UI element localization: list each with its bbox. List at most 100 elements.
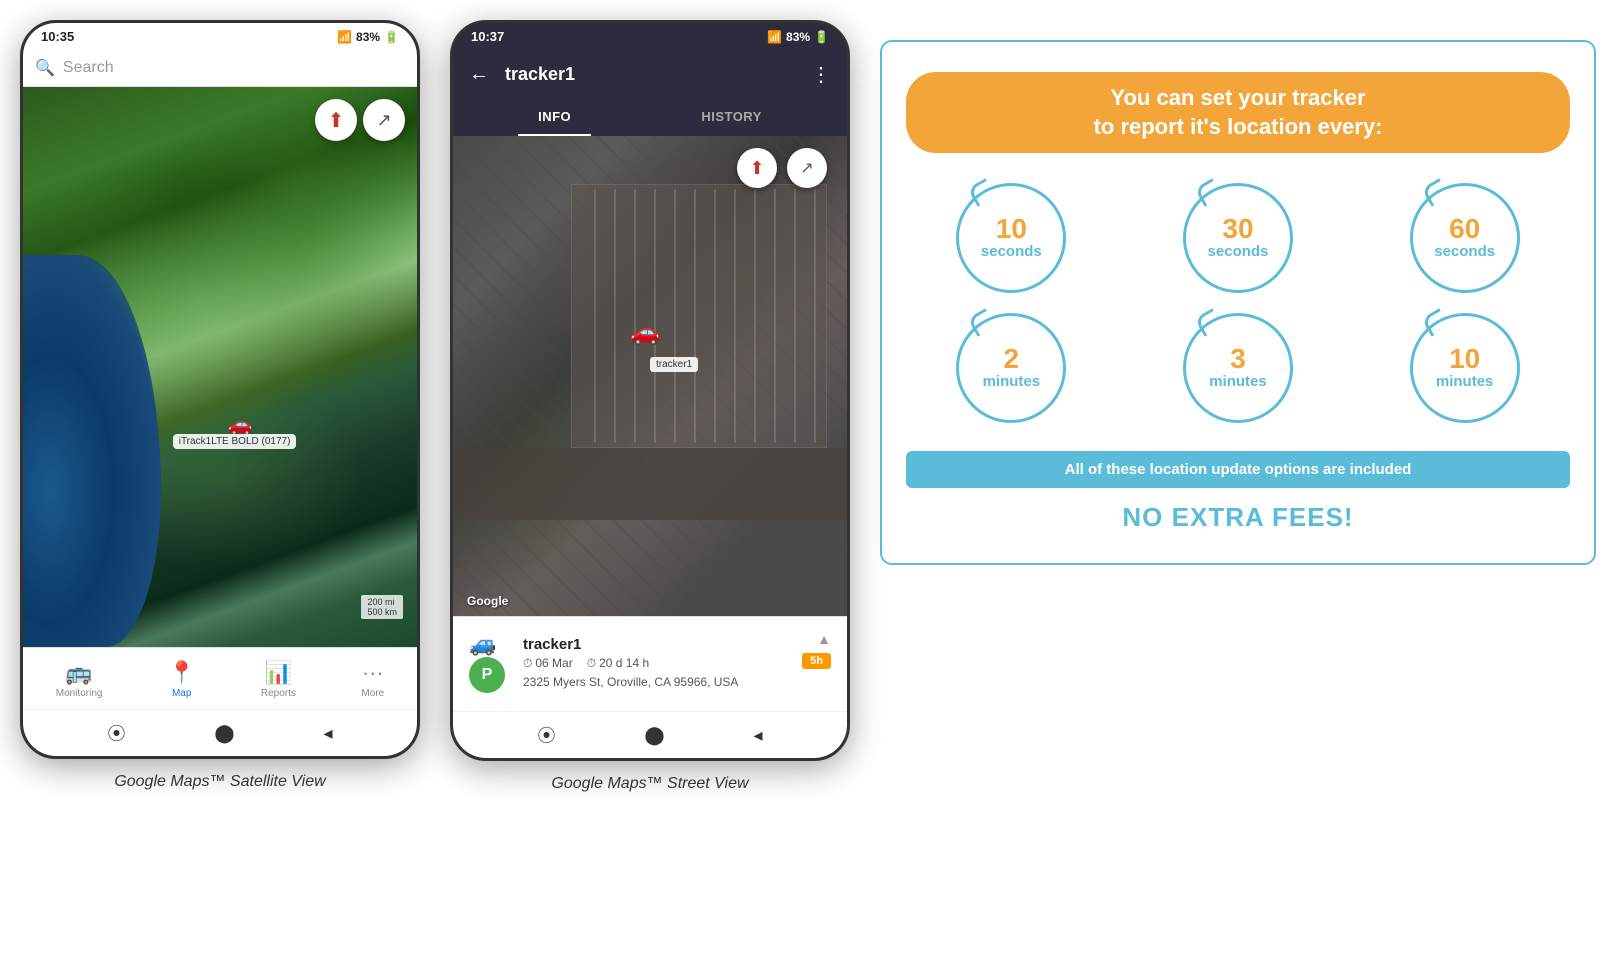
nav-more-label: More	[361, 688, 384, 699]
compass-icon[interactable]: ⬆	[315, 99, 357, 141]
more-icon: ···	[362, 660, 384, 686]
tracker-date: ⏱ 06 Mar	[523, 656, 573, 671]
interval-unit: minutes	[1209, 373, 1267, 391]
map-icon: 📍	[168, 660, 195, 686]
interval-circle: 60 seconds	[1410, 183, 1520, 293]
interval-item: 60 seconds	[1359, 183, 1570, 293]
card-title-bar: You can set your tracker to report it's …	[906, 72, 1570, 153]
interval-item: 3 minutes	[1133, 313, 1344, 423]
interval-unit: minutes	[983, 373, 1041, 391]
nav-monitoring-label: Monitoring	[56, 688, 103, 699]
home-btn[interactable]: ⬤	[214, 723, 234, 744]
no-extra-fees: NO EXTRA FEES!	[906, 502, 1570, 533]
monitoring-icon: 🚌	[65, 660, 92, 686]
interval-number: 10	[1449, 345, 1480, 373]
phone1-battery: 83%	[356, 30, 380, 44]
nav-map[interactable]: 📍 Map	[160, 656, 203, 703]
phone2-home-btn[interactable]: ⬤	[644, 725, 664, 746]
tracker-info-text: tracker1 ⏱ 06 Mar ⏱ 20 d 14 h	[523, 636, 738, 689]
phone2-caption: Google Maps™ Street View	[551, 775, 748, 793]
phone2-map[interactable]: ⬆ ↗ 🚗 tracker1 Google	[453, 136, 847, 616]
tracker-info-panel: 🚙 P tracker1 ⏱ 06 Mar ⏱	[453, 616, 847, 711]
phone1-wrapper: 10:35 📶 83% 🔋 🔍 Search ⬆ ↗ 🚗 iTrack1LTE …	[20, 20, 420, 791]
main-container: 10:35 📶 83% 🔋 🔍 Search ⬆ ↗ 🚗 iTrack1LTE …	[20, 20, 1596, 793]
phone2-recents-btn[interactable]: ⦿	[537, 722, 555, 748]
phone1-signal-icon: 📶	[337, 30, 352, 44]
interval-unit: seconds	[981, 243, 1042, 261]
tracker2-map-pin[interactable]: 🚗	[630, 318, 660, 347]
search-input[interactable]: Search	[63, 59, 405, 77]
phone1-bottom-nav: 🚌 Monitoring 📍 Map 📊 Reports ··· More	[23, 647, 417, 709]
tracker-address: 2325 Myers St, Oroville, CA 95966, USA	[523, 675, 738, 689]
tracker-info-card: You can set your tracker to report it's …	[880, 40, 1596, 565]
back-btn[interactable]: ◂	[323, 723, 332, 744]
interval-number: 2	[1004, 345, 1020, 373]
interval-unit: seconds	[1434, 243, 1495, 261]
phone2-signal-icon: 📶	[767, 30, 782, 44]
phone1-status-right: 📶 83% 🔋	[337, 30, 399, 44]
interval-number: 30	[1222, 215, 1253, 243]
google-logo-map2: Google	[467, 594, 508, 608]
phone1-battery-icon: 🔋	[384, 30, 399, 44]
road-area	[453, 448, 847, 520]
tracker-info-header: 🚙 P tracker1 ⏱ 06 Mar ⏱	[469, 631, 831, 693]
interval-unit: seconds	[1208, 243, 1269, 261]
interval-number: 10	[996, 215, 1027, 243]
tracker-map-pin[interactable]: 🚗	[228, 412, 253, 437]
back-button[interactable]: ←	[469, 63, 489, 86]
phone2-status-bar: 10:37 📶 83% 🔋	[453, 23, 847, 50]
tracker-duration: ⏱ 20 d 14 h	[587, 656, 649, 671]
navigate-icon[interactable]: ↗	[363, 99, 405, 141]
phone1-mockup: 10:35 📶 83% 🔋 🔍 Search ⬆ ↗ 🚗 iTrack1LTE …	[20, 20, 420, 759]
google-logo-map1: Google	[37, 622, 82, 637]
phone1-time: 10:35	[41, 29, 74, 44]
interval-circle: 2 minutes	[956, 313, 1066, 423]
phone1-home-bar: ⦿ ⬤ ◂	[23, 709, 417, 756]
more-options-icon[interactable]: ⋮	[811, 62, 831, 87]
parking-area	[571, 184, 827, 448]
card-footer-bar: All of these location update options are…	[906, 451, 1570, 488]
nav-reports[interactable]: 📊 Reports	[253, 656, 304, 703]
phone2-home-bar: ⦿ ⬤ ◂	[453, 711, 847, 758]
interval-item: 10 minutes	[1359, 313, 1570, 423]
card-title: You can set your tracker to report it's …	[930, 84, 1546, 141]
phone2-tabs: INFO HISTORY	[453, 99, 847, 136]
phone2-status-right: 📶 83% 🔋	[767, 30, 829, 44]
tracker-map-label: iTrack1LTE BOLD (0177)	[173, 434, 297, 449]
tracker-p-badge: P	[469, 657, 505, 693]
interval-circle: 30 seconds	[1183, 183, 1293, 293]
phone1-status-bar: 10:35 📶 83% 🔋	[23, 23, 417, 50]
phone2-header: ← tracker1 ⋮	[453, 50, 847, 99]
footer-text: All of these location update options are…	[922, 461, 1554, 478]
interval-unit: minutes	[1436, 373, 1494, 391]
nav-monitoring[interactable]: 🚌 Monitoring	[48, 656, 111, 703]
phone2-back-btn[interactable]: ◂	[753, 725, 762, 746]
interval-circle: 10 minutes	[1410, 313, 1520, 423]
navigate2-icon[interactable]: ↗	[787, 148, 827, 188]
nav-map-label: Map	[172, 688, 191, 699]
tracker-meta: ⏱ 06 Mar ⏱ 20 d 14 h	[523, 656, 738, 671]
recents-btn[interactable]: ⦿	[107, 720, 125, 746]
interval-number: 3	[1230, 345, 1246, 373]
interval-circle: 3 minutes	[1183, 313, 1293, 423]
phone2-wrapper: 10:37 📶 83% 🔋 ← tracker1 ⋮ INFO HISTORY	[450, 20, 850, 793]
search-icon: 🔍	[35, 58, 55, 78]
intervals-grid: 10 seconds 30 seconds 60 seconds 2 minut…	[906, 183, 1570, 423]
phone1-caption: Google Maps™ Satellite View	[114, 773, 325, 791]
interval-circle: 10 seconds	[956, 183, 1066, 293]
interval-item: 10 seconds	[906, 183, 1117, 293]
phone2-battery: 83%	[786, 30, 810, 44]
map-scale: 200 mi500 km	[361, 595, 403, 619]
tracker2-map-label: tracker1	[650, 357, 698, 372]
compass2-icon[interactable]: ⬆	[737, 148, 777, 188]
time-badge: 5h	[802, 653, 831, 669]
tracker-info-left: 🚙 P tracker1 ⏱ 06 Mar ⏱	[469, 631, 738, 693]
tracker-car-icon: 🚙	[469, 631, 505, 657]
tab-history[interactable]: HISTORY	[681, 99, 782, 136]
interval-item: 2 minutes	[906, 313, 1117, 423]
tab-info[interactable]: INFO	[518, 99, 591, 136]
phone1-map[interactable]: ⬆ ↗ 🚗 iTrack1LTE BOLD (0177) Google 200 …	[23, 87, 417, 647]
phone1-search-bar[interactable]: 🔍 Search	[23, 50, 417, 87]
nav-more[interactable]: ··· More	[353, 656, 392, 703]
phone2-battery-icon: 🔋	[814, 30, 829, 44]
